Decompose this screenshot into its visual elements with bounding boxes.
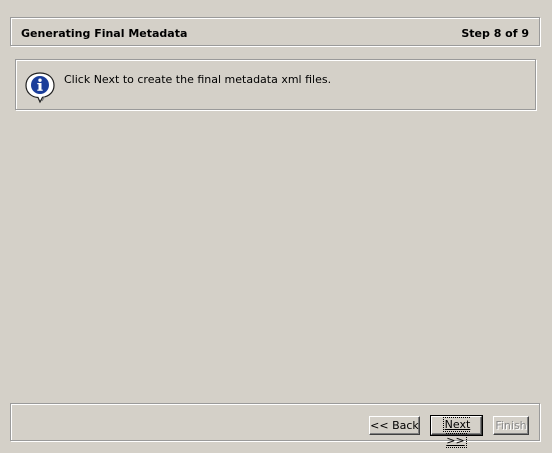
info-panel: Click Next to create the final metadata …: [15, 59, 536, 110]
back-button[interactable]: << Back: [369, 416, 420, 435]
next-button[interactable]: Next >>: [430, 415, 483, 448]
step-indicator: Step 8 of 9: [461, 27, 529, 40]
info-message: Click Next to create the final metadata …: [64, 73, 332, 86]
next-button-label: Next >>: [442, 417, 471, 448]
info-icon: [25, 72, 55, 104]
wizard-dialog: Generating Final Metadata Step 8 of 9 Cl…: [0, 0, 552, 453]
button-bar: << Back Next >> Finish: [10, 403, 540, 448]
finish-button: Finish: [493, 416, 529, 435]
wizard-header: Generating Final Metadata Step 8 of 9: [10, 17, 540, 46]
wizard-title: Generating Final Metadata: [21, 27, 188, 40]
